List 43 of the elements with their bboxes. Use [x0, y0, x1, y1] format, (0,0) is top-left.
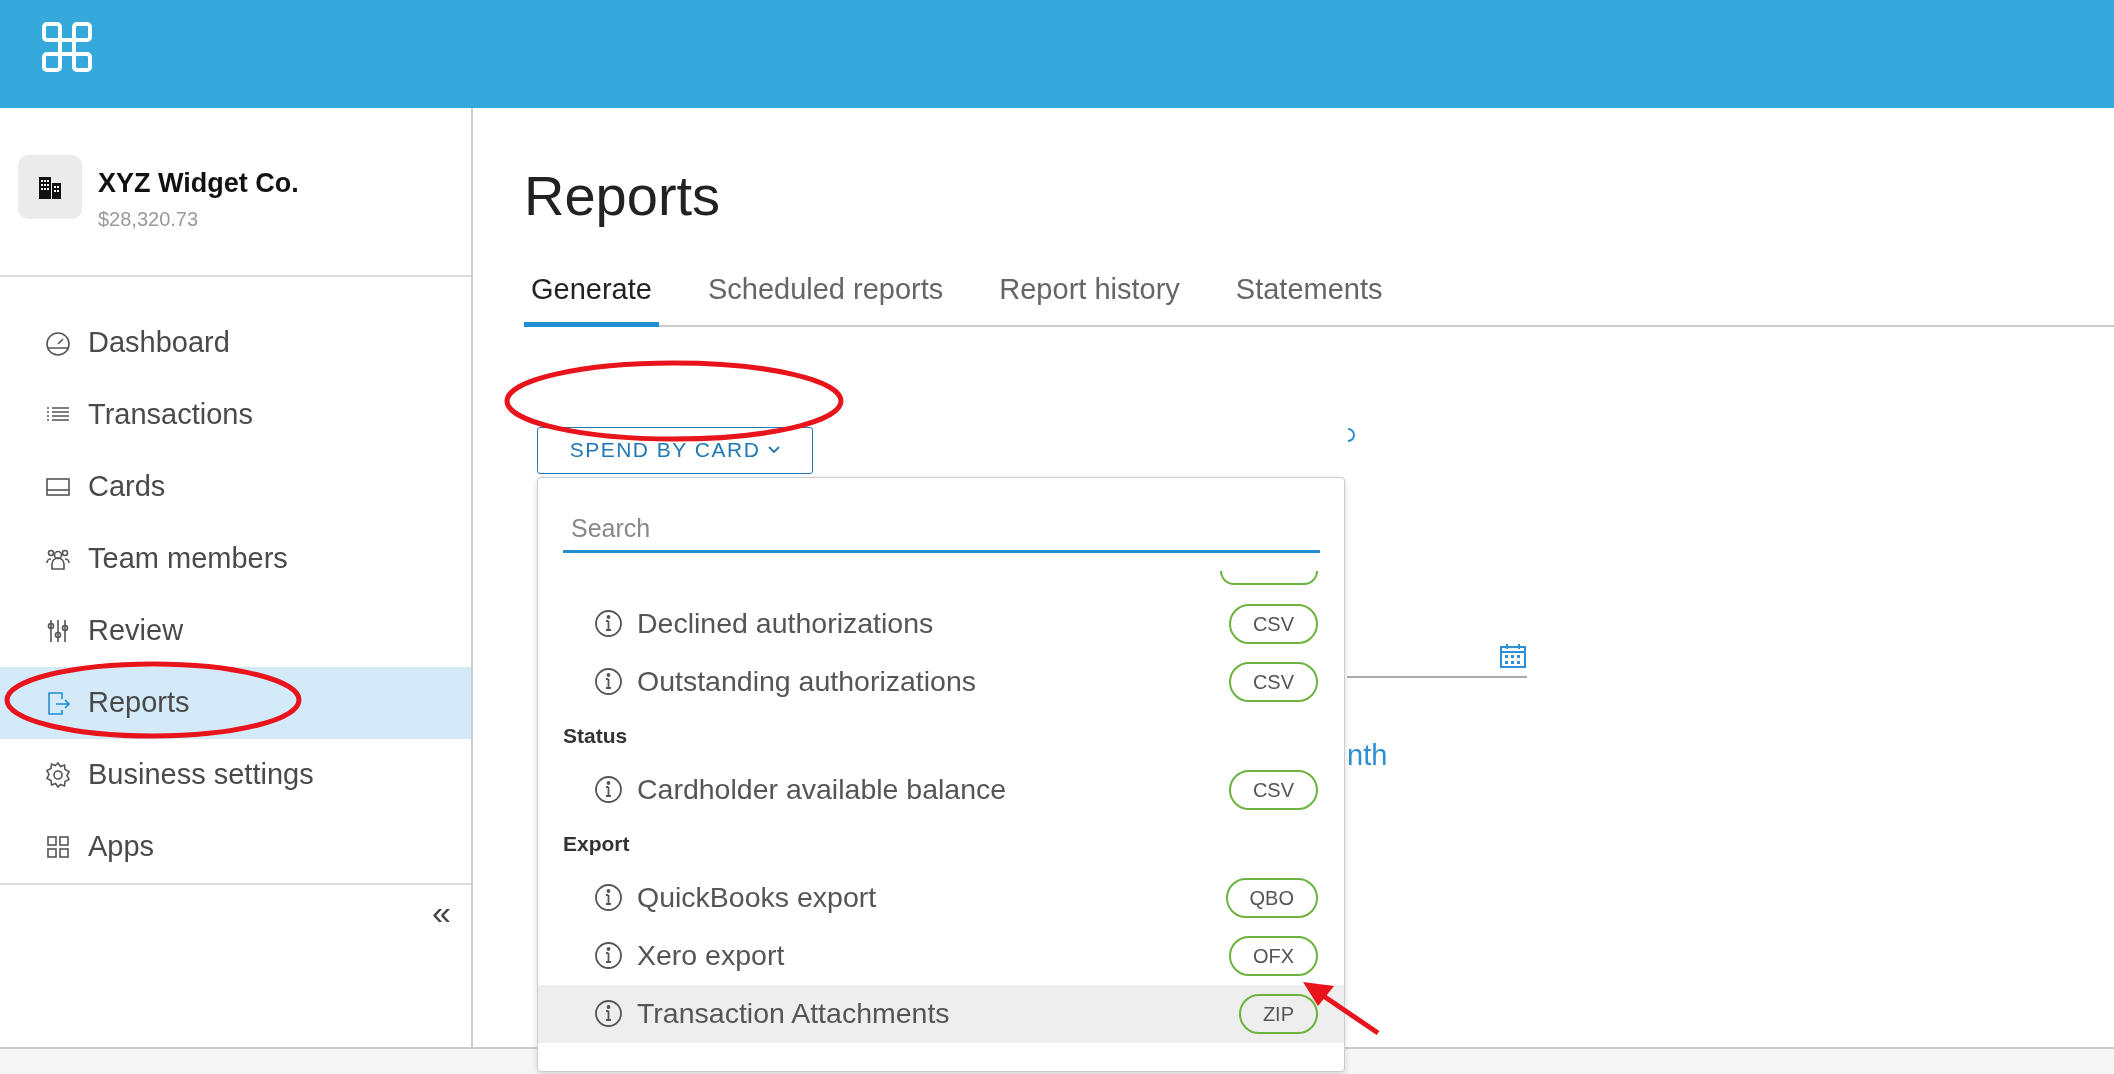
tab[interactable]: Scheduled reports	[700, 268, 951, 327]
date-field[interactable]	[1347, 642, 1527, 678]
report-item[interactable]: Declined authorizations CSV	[538, 594, 1344, 653]
info-icon[interactable]	[594, 999, 623, 1028]
sidebar-item[interactable]: Apps	[0, 811, 471, 883]
format-button[interactable]: CSV	[1228, 661, 1318, 702]
format-button[interactable]: OFX	[1228, 935, 1318, 976]
format-button[interactable]: CSV	[1228, 603, 1318, 644]
company-name: XYZ Widget Co.	[98, 167, 299, 200]
gear-icon	[44, 761, 72, 789]
section-heading: Status	[562, 722, 629, 749]
report-item[interactable]: Cardholder available balance CSV	[538, 760, 1344, 819]
tab[interactable]: Statements	[1228, 268, 1390, 327]
report-item[interactable]: Outstanding authorizations CSV	[538, 652, 1344, 711]
link-fragment[interactable]: nth	[1347, 733, 2114, 777]
grid-icon	[44, 833, 72, 861]
report-item[interactable]: Xero export OFX	[538, 926, 1344, 985]
report-type-dropdown[interactable]: SPEND BY CARD	[537, 426, 813, 474]
sidebar-item[interactable]: Business settings	[0, 739, 471, 811]
sidebar-item[interactable]: Transactions	[0, 379, 471, 451]
report-item[interactable]: Transaction Attachments ZIP	[538, 984, 1344, 1043]
info-icon[interactable]	[594, 609, 623, 638]
account-balance: $28,320.73	[98, 206, 200, 232]
tab[interactable]: Report history	[992, 268, 1187, 327]
sidebar-item[interactable]: Review	[0, 595, 471, 667]
caret-icon	[768, 446, 781, 454]
gauge-icon	[44, 329, 72, 357]
sidebar-item[interactable]: Reports	[0, 667, 471, 739]
collapse-sidebar-button[interactable]: «	[432, 895, 451, 929]
format-button[interactable]: QBO	[1225, 877, 1318, 918]
info-icon[interactable]	[594, 667, 623, 696]
section-heading: Export	[562, 830, 631, 857]
report-item[interactable]: QuickBooks export QBO	[538, 868, 1344, 927]
sidebar-item[interactable]: Cards	[0, 451, 471, 523]
sidebar-item[interactable]: Dashboard	[0, 307, 471, 379]
info-icon[interactable]	[594, 883, 623, 912]
logo-icon	[42, 22, 92, 72]
tab[interactable]: Generate	[524, 268, 659, 327]
sidebar-item[interactable]: Team members	[0, 523, 471, 595]
info-icon[interactable]	[594, 941, 623, 970]
calendar-icon[interactable]	[1499, 642, 1527, 669]
info-icon[interactable]	[594, 775, 623, 804]
format-button[interactable]: CSV	[1228, 769, 1318, 810]
